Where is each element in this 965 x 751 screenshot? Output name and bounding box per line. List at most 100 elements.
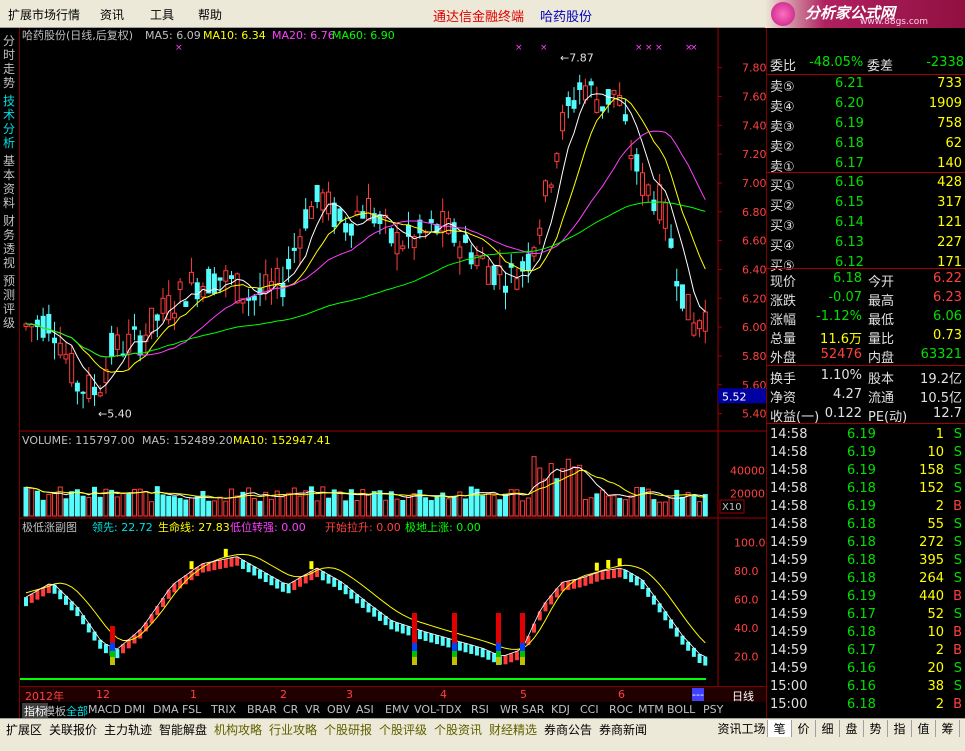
candle-body xyxy=(674,281,680,287)
left-tab-3[interactable]: 财务透视 xyxy=(3,214,17,270)
price-tick-label: 5.80 xyxy=(742,350,766,363)
left-tab-0[interactable]: 分时走势 xyxy=(3,34,17,90)
right-tab-8[interactable]: 筹 xyxy=(936,720,960,737)
right-tab-4[interactable]: 盘 xyxy=(840,720,864,737)
indicator-tab-dma[interactable]: DMA xyxy=(153,703,179,716)
volume-bar xyxy=(668,497,674,517)
status-item-5[interactable]: 行业攻略 xyxy=(269,721,317,738)
indicator-tab-trix[interactable]: TRIX xyxy=(211,703,236,716)
indicator-tab-roc[interactable]: ROC xyxy=(609,703,633,716)
right-tab-1[interactable]: 笔 xyxy=(768,720,792,737)
menu-item-tools[interactable]: 工具 xyxy=(150,6,174,23)
tick-time: 14:58 xyxy=(770,445,808,460)
tick-side: S xyxy=(953,481,962,496)
indicator-bar xyxy=(35,590,40,600)
indicator-tab-fsl[interactable]: FSL xyxy=(182,703,201,716)
indicator-tab-kdj[interactable]: KDJ xyxy=(551,703,570,716)
volume-bar xyxy=(34,490,40,517)
indicator-tab-macd[interactable]: MACD xyxy=(88,703,121,716)
volume-bar xyxy=(114,496,120,517)
status-item-11[interactable]: 券商新闻 xyxy=(599,721,647,738)
indicator-bar xyxy=(263,573,268,582)
price-tick-label: 6.20 xyxy=(742,292,766,305)
volume-bar xyxy=(617,497,623,517)
volume-bar xyxy=(691,494,697,517)
right-tab-0[interactable]: 资讯工场 xyxy=(716,720,768,737)
tick-side: S xyxy=(953,427,962,442)
tick-time: 14:59 xyxy=(770,571,808,586)
tick-time: 14:59 xyxy=(770,589,808,604)
chart-area[interactable]: 哈药股份(日线,后复权) MA5: 6.09 MA10: 6.34 MA20: 6.7… xyxy=(20,28,766,686)
menu-item-news[interactable]: 资讯 xyxy=(100,6,124,23)
indicator-tab-psy[interactable]: PSY xyxy=(703,703,723,716)
status-item-2[interactable]: 主力轨迹 xyxy=(104,721,152,738)
sell-volume: 62 xyxy=(945,136,962,151)
ma10-label: MA10: 6.34 xyxy=(203,29,266,42)
menu-bar: 扩展市场行情 资讯 工具 帮助 通达信金融终端 哈药股份 分析家公式网 www.… xyxy=(0,0,965,28)
tick-price: 6.19 xyxy=(847,589,876,604)
candle-body xyxy=(348,223,354,236)
stat-row: 外盘 52476 内盘 63321 xyxy=(767,346,965,366)
price-tick-label: 6.80 xyxy=(742,206,766,219)
indicator-tab-全部[interactable]: 全部 xyxy=(66,703,88,719)
menu-item-market[interactable]: 扩展市场行情 xyxy=(8,6,80,23)
indicator-tab-rsi[interactable]: RSI xyxy=(471,703,489,716)
sell-row: 卖⑤ 6.21 733 xyxy=(767,75,965,95)
indicator-ground-rise: 极地上涨: 0.00 xyxy=(405,520,481,534)
right-tab-6[interactable]: 指 xyxy=(888,720,912,737)
status-item-9[interactable]: 财经精选 xyxy=(489,721,537,738)
status-item-1[interactable]: 关联报价 xyxy=(49,721,97,738)
indicator-bar xyxy=(155,606,160,616)
status-item-6[interactable]: 个股研报 xyxy=(324,721,372,738)
status-item-4[interactable]: 机构攻略 xyxy=(214,721,262,738)
indicator-tab-obv[interactable]: OBV xyxy=(327,703,350,716)
indicator-tab-cci[interactable]: CCI xyxy=(580,703,599,716)
right-tab-2[interactable]: 价 xyxy=(792,720,816,737)
status-item-10[interactable]: 券商公告 xyxy=(544,721,592,738)
volume-label: VOLUME: 115797.00 xyxy=(22,434,135,447)
left-tab-2[interactable]: 基本资料 xyxy=(3,154,17,210)
ma60-label: MA60: 6.90 xyxy=(332,29,395,42)
left-tab-1[interactable]: 技术分析 xyxy=(3,94,17,150)
tick-volume: 2 xyxy=(935,499,944,514)
right-tab-7[interactable]: 值 xyxy=(912,720,936,737)
indicator-tab-asi[interactable]: ASI xyxy=(356,703,374,716)
indicator-bar xyxy=(629,573,634,583)
menu-item-help[interactable]: 帮助 xyxy=(198,6,222,23)
indicator-tab-模板[interactable]: 模板 xyxy=(44,703,66,719)
indicator-tab-vr[interactable]: VR xyxy=(305,703,320,716)
left-tab-4[interactable]: 预测评级 xyxy=(3,274,17,330)
indicator-tab-emv[interactable]: EMV xyxy=(385,703,409,716)
tick-row: 14:58 6.19 1 S xyxy=(767,426,965,445)
indicator-tab-boll[interactable]: BOLL xyxy=(667,703,695,716)
indicator-tab-vol-tdx[interactable]: VOL-TDX xyxy=(414,703,462,716)
indicator-tab-sar[interactable]: SAR xyxy=(522,703,544,716)
tick-row: 14:58 6.19 10 S xyxy=(767,444,965,463)
volume-bar xyxy=(166,495,172,517)
indicator-tab-wr[interactable]: WR xyxy=(500,703,519,716)
indicator-tab-dmi[interactable]: DMI xyxy=(124,703,145,716)
volume-bar xyxy=(565,458,571,517)
brand-url: www.88gs.com xyxy=(860,17,929,27)
sell-volume: 1909 xyxy=(928,96,962,111)
candle-body xyxy=(331,202,337,228)
indicator-tab-mtm[interactable]: MTM xyxy=(638,703,664,716)
status-item-7[interactable]: 个股评级 xyxy=(379,721,427,738)
status-item-3[interactable]: 智能解盘 xyxy=(159,721,207,738)
diff-label: 委差 xyxy=(867,59,894,74)
right-tab-5[interactable]: 势 xyxy=(864,720,888,737)
right-tab-3[interactable]: 细 xyxy=(816,720,840,737)
flower-logo-icon xyxy=(771,2,795,26)
tick-row: 14:58 6.18 152 S xyxy=(767,480,965,499)
volume-bar xyxy=(542,478,548,517)
indicator-tab-brar[interactable]: BRAR xyxy=(247,703,277,716)
tick-price: 6.16 xyxy=(847,679,876,694)
ma20-label: MA20: 6.76 xyxy=(272,29,335,42)
indicator-tab-cr[interactable]: CR xyxy=(283,703,298,716)
signal-column xyxy=(412,613,417,665)
status-item-0[interactable]: 扩展区 xyxy=(6,721,42,738)
tick-volume: 272 xyxy=(919,535,944,550)
candle-body xyxy=(360,211,366,219)
status-item-8[interactable]: 个股资讯 xyxy=(434,721,482,738)
more-button[interactable]: --- xyxy=(692,688,704,701)
